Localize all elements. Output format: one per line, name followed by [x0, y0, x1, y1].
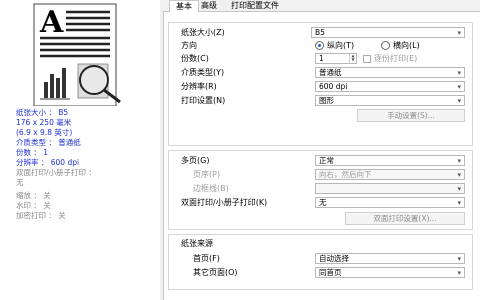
paper-source-group: 纸张来源 首页(F) 自动选择 ▾ 其它页面(O) 同首页 ▾ [168, 234, 473, 290]
chevron-down-icon: ▾ [457, 157, 461, 165]
first-page-value: 自动选择 [319, 254, 349, 263]
tab-advanced[interactable]: 高级 [195, 0, 223, 12]
left-panel: A 纸张大小 ： B5 176 x 250 毫米 (6.9 x 9.8 英寸) … [0, 0, 160, 300]
summary-media-type: 介质类型 ： 普通纸 [16, 138, 81, 147]
first-page-select[interactable]: 自动选择 ▾ [315, 253, 465, 264]
tab-print-profiles[interactable]: 打印配置文件 [225, 0, 285, 12]
page-preview-illustration: A [33, 3, 121, 106]
duplex-value: 无 [319, 198, 327, 207]
summary-header-footer: 加密打印 ： 关 [16, 211, 66, 220]
chevron-down-icon: ▾ [457, 97, 461, 105]
chevron-down-icon: ▾ [457, 269, 461, 277]
orientation-label: 方向 [181, 41, 197, 50]
summary-duplex: 双面打印/小册子打印 ： [16, 168, 96, 177]
landscape-label: 横向(L) [393, 41, 420, 50]
summary-paper-dims-mm: 176 x 250 毫米 [16, 118, 72, 127]
chevron-down-icon: ▾ [457, 255, 461, 263]
media-type-label: 介质类型(Y) [181, 68, 225, 77]
summary-paper-size: 纸张大小 ： B5 [16, 108, 69, 117]
media-type-value: 普通纸 [319, 68, 342, 77]
landscape-radio[interactable] [381, 41, 390, 50]
first-page-label: 首页(F) [193, 254, 220, 263]
copies-spinner[interactable]: 1 ▲ ▼ [315, 53, 357, 64]
copies-label: 份数(C) [181, 54, 209, 63]
paper-size-label: 纸张大小(Z) [181, 28, 225, 37]
multipage-label: 多页(G) [181, 156, 210, 165]
print-settings-value: 图形 [319, 96, 334, 105]
summary-watermark: 水印 ： 关 [16, 201, 51, 210]
portrait-label: 纵向(T) [327, 41, 355, 50]
tab-content-basic: 纸张大小(Z) B5 ▾ 方向 纵向(T) 横向(L) 份数(C) 1 ▲ ▼ 逐… [163, 12, 480, 300]
collate-label: 逐份打印(E) [374, 54, 418, 63]
paper-size-select[interactable]: B5 ▾ [311, 27, 465, 38]
duplex-settings-button[interactable]: 双面打印设置(X)... [345, 212, 465, 225]
page-order-label: 页序(P) [193, 170, 221, 179]
svg-text:A: A [39, 5, 64, 40]
tab-strip: 基本 高级 打印配置文件 [163, 0, 480, 13]
page-order-value: 向右，然后向下 [319, 170, 372, 179]
chevron-down-icon: ▾ [457, 199, 461, 207]
print-settings-select[interactable]: 图形 ▾ [315, 95, 465, 106]
right-panel: 基本 高级 打印配置文件 纸张大小(Z) B5 ▾ 方向 纵向(T) 横向(L)… [163, 0, 480, 300]
other-pages-label: 其它页面(O) [193, 268, 238, 277]
paper-size-value: B5 [315, 28, 325, 37]
basic-settings-group: 纸张大小(Z) B5 ▾ 方向 纵向(T) 横向(L) 份数(C) 1 ▲ ▼ 逐… [168, 22, 473, 146]
portrait-radio[interactable] [315, 41, 324, 50]
collate-checkbox[interactable] [363, 55, 371, 63]
summary-scaling: 缩放 ： 关 [16, 191, 51, 200]
resolution-label: 分辨率(R) [181, 82, 217, 91]
chevron-down-icon: ▾ [457, 29, 461, 37]
other-pages-select[interactable]: 同首页 ▾ [315, 267, 465, 278]
other-pages-value: 同首页 [319, 268, 342, 277]
chevron-down-icon: ▾ [457, 171, 461, 179]
summary-copies: 份数 ： 1 [16, 148, 49, 157]
multipage-select[interactable]: 正常 ▾ [315, 155, 465, 166]
spinner-arrows-icon[interactable]: ▲ ▼ [349, 54, 356, 63]
duplex-label: 双面打印/小册子打印(K) [181, 198, 268, 207]
border-line-select[interactable]: ▾ [315, 183, 465, 194]
chevron-down-icon: ▾ [457, 69, 461, 77]
page-order-select[interactable]: 向右，然后向下 ▾ [315, 169, 465, 180]
resolution-value: 600 dpi [319, 82, 348, 91]
settings-summary: 纸张大小 ： B5 176 x 250 毫米 (6.9 x 9.8 英寸) 介质… [16, 108, 156, 221]
duplex-select[interactable]: 无 ▾ [315, 197, 465, 208]
media-type-select[interactable]: 普通纸 ▾ [315, 67, 465, 78]
border-line-label: 边框线(B) [193, 184, 229, 193]
summary-paper-dims-in: (6.9 x 9.8 英寸) [16, 128, 73, 137]
summary-duplex-value: 无 [16, 178, 24, 187]
layout-settings-group: 多页(G) 正常 ▾ 页序(P) 向右，然后向下 ▾ 边框线(B) ▾ 双面打印… [168, 150, 473, 230]
chevron-down-icon: ▾ [457, 83, 461, 91]
summary-resolution: 分辨率 ： 600 dpi [16, 158, 80, 167]
print-settings-label: 打印设置(N) [181, 96, 226, 105]
copies-value: 1 [319, 54, 324, 63]
multipage-value: 正常 [319, 156, 334, 165]
resolution-select[interactable]: 600 dpi ▾ [315, 81, 465, 92]
paper-source-title: 纸张来源 [181, 239, 213, 248]
manual-settings-button[interactable]: 手动设置(S)... [357, 109, 465, 122]
chevron-down-icon: ▾ [457, 185, 461, 193]
